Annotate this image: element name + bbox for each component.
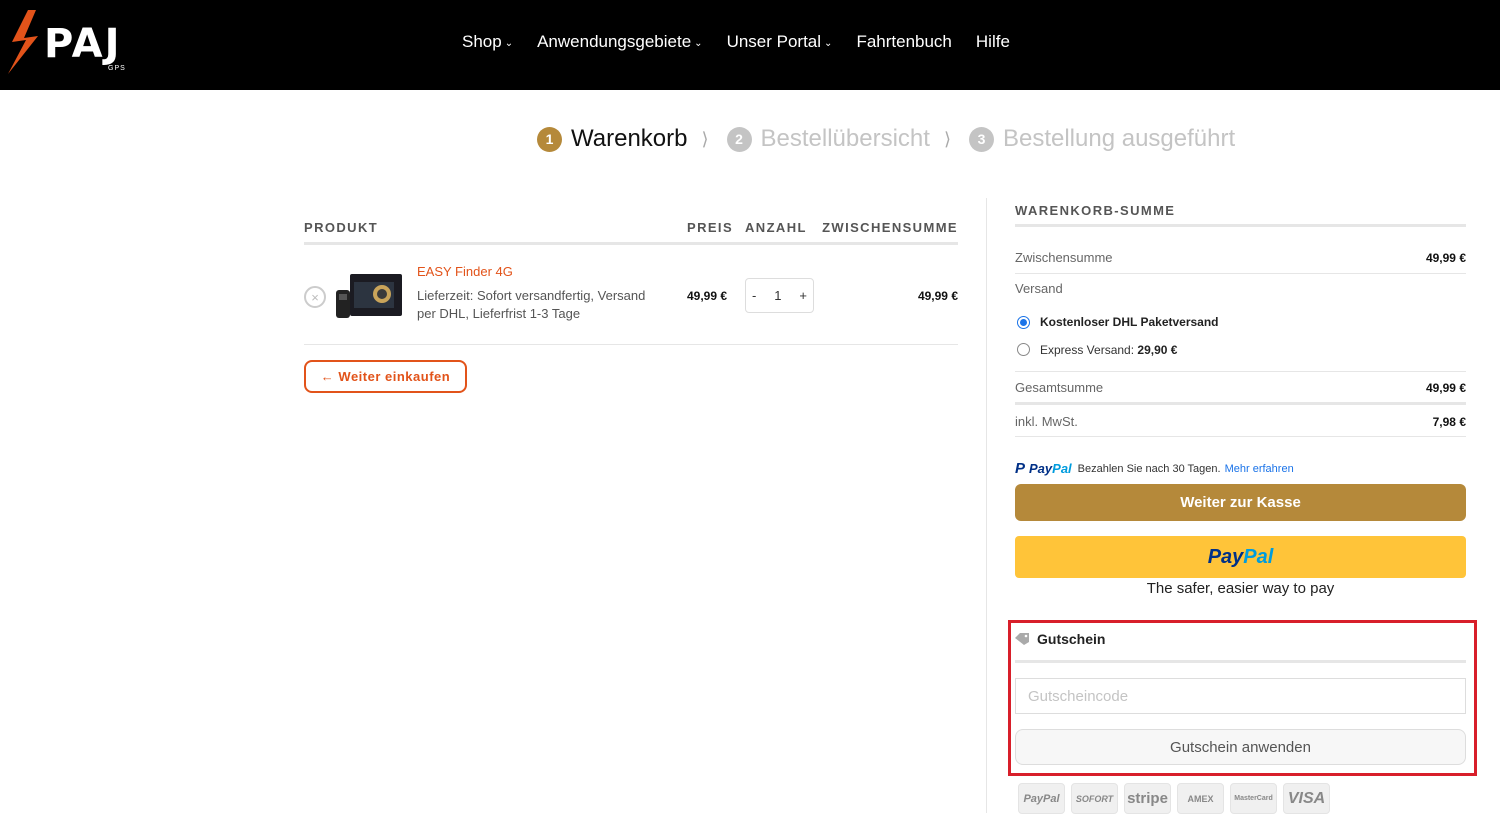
qty-increase-button[interactable]: + xyxy=(799,288,807,303)
header-price: PREIS xyxy=(687,220,734,235)
visa-icon: VISA xyxy=(1283,783,1330,814)
step-label: Bestellübersicht xyxy=(760,125,930,152)
subtotal-value: 49,99 € xyxy=(1425,251,1466,265)
product-image[interactable] xyxy=(336,272,402,320)
tag-icon xyxy=(1015,633,1029,645)
chevron-down-icon: ⌄ xyxy=(694,37,703,49)
chevron-right-icon: ⟩ xyxy=(943,128,951,149)
paypal-tagline: The safer, easier way to pay xyxy=(1146,580,1335,597)
step-warenkorb: 1 Warenkorb xyxy=(537,125,687,153)
tax-label: inkl. MwSt. xyxy=(1015,414,1078,429)
step-number: 1 xyxy=(537,126,562,152)
shipping-radio-express[interactable] xyxy=(1017,343,1030,356)
quantity-stepper: - 1 + xyxy=(745,278,814,313)
paypal-checkout-button[interactable]: Pay Pal xyxy=(1015,536,1466,578)
paypal-later-message: P PayPal Bezahlen Sie nach 30 Tagen. Meh… xyxy=(1015,460,1294,477)
paypal-icon: PayPal xyxy=(1018,783,1065,814)
divider xyxy=(1015,224,1466,227)
apply-coupon-button[interactable]: Gutschein anwenden xyxy=(1015,729,1466,765)
coupon-code-input[interactable] xyxy=(1015,678,1466,714)
step-number: 3 xyxy=(968,126,994,152)
amex-icon: AMEX xyxy=(1177,783,1224,814)
divider xyxy=(1015,371,1466,372)
remove-item-button[interactable]: × xyxy=(304,286,326,308)
qty-value[interactable]: 1 xyxy=(774,288,781,303)
learn-more-link[interactable]: Mehr erfahren xyxy=(1225,463,1294,475)
continue-shopping-button[interactable]: ← Weiter einkaufen xyxy=(304,360,467,393)
paypal-wordmark: PayPal xyxy=(1029,461,1072,476)
divider xyxy=(304,242,958,245)
step-bestellung-ausgefuehrt: 3 Bestellung ausgeführt xyxy=(968,125,1236,153)
shipping-option-express[interactable]: Express Versand: 29,90 € xyxy=(1040,343,1177,357)
step-number: 2 xyxy=(726,126,752,152)
mastercard-icon: MasterCard xyxy=(1230,783,1277,814)
shipping-label: Versand xyxy=(1015,281,1063,296)
paypal-logo-icon: P xyxy=(1015,460,1026,477)
logo-bolt-icon xyxy=(8,10,38,74)
step-bestelluebersicht: 2 Bestellübersicht xyxy=(726,125,930,153)
main-nav: Shop ⌄ Anwendungsgebiete ⌄ Unser Portal ⌄ F… xyxy=(462,32,1010,52)
logo-text: PAJ xyxy=(44,21,122,67)
site-header: PAJ GPS Shop ⌄ Anwendungsgebiete ⌄ Unser P… xyxy=(0,0,1500,90)
logo-subtitle: GPS xyxy=(108,65,126,72)
divider xyxy=(1015,436,1466,437)
nav-hilfe[interactable]: Hilfe xyxy=(976,32,1010,52)
proceed-to-checkout-button[interactable]: Weiter zur Kasse xyxy=(1015,484,1466,521)
sofort-icon: SOFORT xyxy=(1071,783,1118,814)
divider xyxy=(304,344,958,345)
step-label: Warenkorb xyxy=(571,125,688,152)
chevron-down-icon: ⌄ xyxy=(504,37,514,49)
paj-logo[interactable]: PAJ GPS xyxy=(8,10,138,76)
shipping-option-dhl[interactable]: Kostenloser DHL Paketversand xyxy=(1040,315,1219,329)
item-subtotal: 49,99 € xyxy=(917,289,958,303)
step-label: Bestellung ausgeführt xyxy=(1002,125,1236,152)
column-divider xyxy=(986,198,987,813)
tax-value: 7,98 € xyxy=(1432,415,1466,429)
divider xyxy=(1015,273,1466,274)
payment-methods: PayPal SOFORT stripe AMEX MasterCard VIS… xyxy=(1018,783,1330,814)
coupon-title: Gutschein xyxy=(1037,631,1106,647)
header-quantity: ANZAHL xyxy=(745,220,807,235)
product-delivery-info: Lieferzeit: Sofort versandfertig, Versan… xyxy=(417,288,646,321)
coupon-heading: Gutschein xyxy=(1015,631,1105,647)
header-subtotal: ZWISCHENSUMME xyxy=(822,220,958,235)
stripe-icon: stripe xyxy=(1124,783,1171,814)
header-product: PRODUKT xyxy=(304,220,379,235)
totals-title: WARENKORB-SUMME xyxy=(1015,203,1176,218)
nav-anwendungsgebiete[interactable]: Anwendungsgebiete ⌄ xyxy=(537,32,702,52)
divider xyxy=(1015,402,1466,405)
paypal-later-text: Bezahlen Sie nach 30 Tagen. xyxy=(1077,462,1221,475)
total-value: 49,99 € xyxy=(1425,381,1466,395)
product-name-link[interactable]: EASY Finder 4G xyxy=(417,264,513,279)
chevron-down-icon: ⌄ xyxy=(824,37,833,49)
nav-shop[interactable]: Shop ⌄ xyxy=(462,32,513,52)
divider xyxy=(1015,660,1466,663)
nav-fahrtenbuch[interactable]: Fahrtenbuch xyxy=(856,32,951,52)
nav-unser-portal[interactable]: Unser Portal ⌄ xyxy=(727,32,833,52)
total-label: Gesamtsumme xyxy=(1015,380,1104,395)
subtotal-label: Zwischensumme xyxy=(1015,250,1113,265)
shipping-radio-dhl[interactable] xyxy=(1017,316,1030,329)
chevron-right-icon: ⟩ xyxy=(701,128,709,149)
qty-decrease-button[interactable]: - xyxy=(752,288,756,303)
item-price: 49,99 € xyxy=(687,289,728,303)
checkout-steps: 1 Warenkorb ⟩ 2 Bestellübersicht ⟩ 3 Bes… xyxy=(537,125,1235,153)
